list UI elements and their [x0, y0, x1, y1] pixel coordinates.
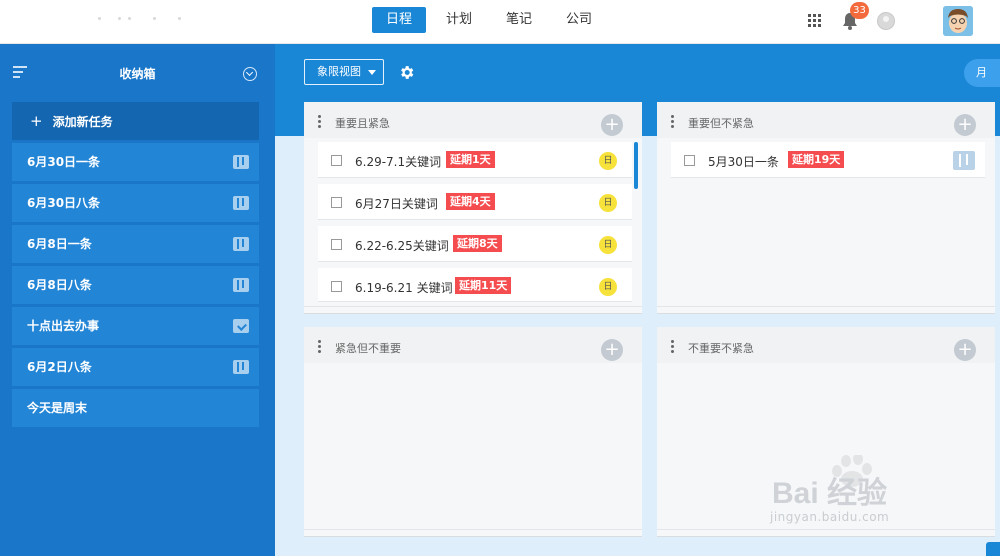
tab-schedule[interactable]: 日程: [372, 7, 427, 33]
inbox-item-label: 今天是周末: [27, 401, 88, 415]
task-row[interactable]: 6.19-6.21 关键词 延期11天 日: [318, 268, 632, 302]
inbox-download-icon[interactable]: [233, 319, 249, 333]
sidebar-header: 收纳箱: [0, 44, 275, 102]
delay-badge: 延期8天: [453, 235, 502, 252]
drag-handle-icon[interactable]: [671, 340, 674, 353]
inbox-item[interactable]: 今天是周末: [12, 389, 259, 427]
top-bar: 日程 计划 笔记 公司 33: [0, 0, 1000, 44]
task-text: 6月27日关键词: [355, 197, 438, 211]
inbox-item-label: 6月8日八条: [27, 278, 92, 292]
avatar[interactable]: [943, 6, 973, 36]
quadrant-urgent-not-important: 紧急但不重要 +: [304, 327, 642, 537]
sidebar-title: 收纳箱: [119, 67, 156, 81]
delay-badge: 延期11天: [455, 277, 512, 294]
quadrant-header: 紧急但不重要 +: [304, 327, 642, 363]
delay-badge: 延期4天: [446, 193, 495, 210]
divider: [304, 529, 642, 530]
quadrant-title: 紧急但不重要: [335, 342, 401, 355]
tab-plan[interactable]: 计划: [432, 7, 486, 33]
quadrant-important-not-urgent: 重要但不紧急 + 5月30日一条 延期19天: [657, 102, 995, 314]
brand-logo[interactable]: [98, 17, 188, 23]
task-checkbox[interactable]: [331, 281, 342, 292]
add-task-icon[interactable]: +: [601, 339, 623, 361]
board-icon[interactable]: [233, 155, 249, 169]
month-view-button[interactable]: 月: [964, 59, 1000, 87]
notification-badge: 33: [850, 2, 869, 19]
divider: [657, 529, 995, 530]
task-checkbox[interactable]: [331, 155, 342, 166]
quadrant-title: 重要但不紧急: [688, 117, 754, 130]
add-task-label: 添加新任务: [52, 115, 113, 129]
corner-tab[interactable]: [986, 542, 1000, 556]
add-task-button[interactable]: + 添加新任务: [12, 102, 259, 140]
inbox-item[interactable]: 6月30日一条: [12, 143, 259, 181]
inbox-item-label: 6月30日八条: [27, 196, 101, 210]
delay-badge: 延期19天: [788, 151, 845, 168]
tab-company[interactable]: 公司: [552, 7, 606, 33]
board-icon[interactable]: [233, 237, 249, 251]
apps-grid-icon[interactable]: [808, 14, 821, 27]
divider: [657, 306, 995, 307]
gear-icon[interactable]: [398, 64, 415, 81]
main-nav: 日程 计划 笔记 公司: [372, 7, 606, 33]
inbox-item-label: 6月2日八条: [27, 360, 92, 374]
inbox-item[interactable]: 6月30日八条: [12, 184, 259, 222]
board-icon[interactable]: [953, 151, 975, 170]
task-text: 5月30日一条: [708, 155, 779, 169]
delay-badge: 延期1天: [446, 151, 495, 168]
task-text: 6.19-6.21 关键词: [355, 281, 453, 295]
inbox-item[interactable]: 十点出去办事: [12, 307, 259, 345]
drag-handle-icon[interactable]: [318, 115, 321, 128]
task-text: 6.29-7.1关键词: [355, 155, 442, 169]
task-row[interactable]: 6.22-6.25关键词 延期8天 日: [318, 226, 632, 262]
plus-icon: +: [30, 112, 43, 130]
quadrant-header: 重要且紧急 +: [304, 102, 642, 138]
watermark-url: jingyan.baidu.com: [770, 510, 890, 524]
chevron-down-icon[interactable]: [243, 67, 257, 81]
inbox-item-label: 6月30日一条: [27, 155, 101, 169]
inbox-item[interactable]: 6月8日八条: [12, 266, 259, 304]
quadrant-title: 不重要不紧急: [688, 342, 754, 355]
board-icon[interactable]: [233, 196, 249, 210]
sidebar-inbox: 收纳箱 + 添加新任务 6月30日一条 6月30日八条 6月8日一条 6月8日八条…: [0, 44, 275, 556]
inbox-item[interactable]: 6月8日一条: [12, 225, 259, 263]
task-row[interactable]: 5月30日一条 延期19天: [671, 142, 985, 178]
scrollbar[interactable]: [634, 142, 638, 189]
inbox-list: 6月30日一条 6月30日八条 6月8日一条 6月8日八条 十点出去办事 6月2…: [12, 143, 259, 430]
board-icon[interactable]: [233, 278, 249, 292]
day-tag: 日: [599, 152, 617, 170]
day-tag: 日: [599, 194, 617, 212]
task-text: 6.22-6.25关键词: [355, 239, 449, 253]
inbox-item-label: 十点出去办事: [27, 319, 100, 333]
day-tag: 日: [599, 236, 617, 254]
quadrant-header: 不重要不紧急 +: [657, 327, 995, 363]
user-status-icon[interactable]: [877, 12, 895, 30]
quadrant-important-urgent: 重要且紧急 + 6.29-7.1关键词 延期1天 日 6月27日关键词 延期4天…: [304, 102, 642, 314]
watermark-brand: Bai 经验: [772, 477, 888, 510]
task-row[interactable]: 6月27日关键词 延期4天 日: [318, 184, 632, 220]
divider: [304, 306, 642, 307]
task-checkbox[interactable]: [684, 155, 695, 166]
quadrant-title: 重要且紧急: [335, 117, 390, 130]
quadrant-header: 重要但不紧急 +: [657, 102, 995, 138]
board-icon[interactable]: [233, 360, 249, 374]
add-task-icon[interactable]: +: [601, 114, 623, 136]
drag-handle-icon[interactable]: [318, 340, 321, 353]
inbox-item[interactable]: 6月2日八条: [12, 348, 259, 386]
add-task-icon[interactable]: +: [954, 114, 976, 136]
view-mode-select[interactable]: 象限视图: [304, 59, 384, 85]
tab-notes[interactable]: 笔记: [492, 7, 546, 33]
day-tag: 日: [599, 278, 617, 296]
inbox-item-label: 6月8日一条: [27, 237, 92, 251]
main-content: 象限视图 月 重要且紧急 + 6.29-7.1关键词 延期1天 日 6月27日关…: [275, 44, 1000, 556]
task-checkbox[interactable]: [331, 197, 342, 208]
task-checkbox[interactable]: [331, 239, 342, 250]
drag-handle-icon[interactable]: [671, 115, 674, 128]
task-row[interactable]: 6.29-7.1关键词 延期1天 日: [318, 142, 632, 178]
add-task-icon[interactable]: +: [954, 339, 976, 361]
